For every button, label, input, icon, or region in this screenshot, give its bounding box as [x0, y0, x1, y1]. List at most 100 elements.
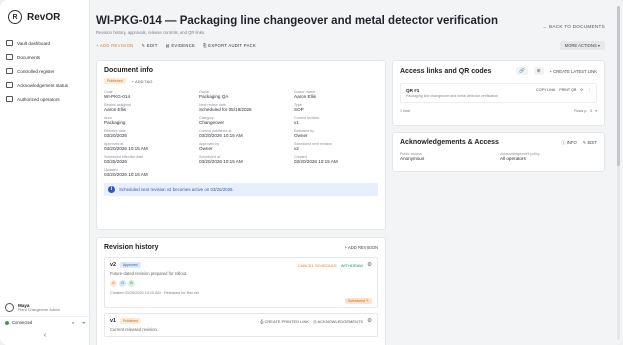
- qr-subtitle: Packaging line changeover and metal dete…: [406, 94, 499, 98]
- field: Scheduled at 03/20/2026 10:15 AM: [199, 155, 294, 164]
- field-value: v2: [294, 146, 299, 151]
- sidebar-item-acknowledgement-status[interactable]: Acknowledgement status: [0, 78, 89, 92]
- user-profile[interactable]: Maya Plant Changeover Admin: [0, 299, 90, 316]
- more-icon[interactable]: ⋮: [587, 88, 591, 92]
- connection-label: Connected: [12, 320, 33, 325]
- edit-button[interactable]: ✎ EDIT: [142, 43, 158, 48]
- print-qr-button[interactable]: PRINT QR: [559, 88, 576, 92]
- page-title: WI-PKG-014 — Packaging line changeover a…: [96, 15, 498, 27]
- revision-summary: Current released revision.: [110, 327, 158, 332]
- field-value: Owner: [294, 133, 308, 138]
- scheduled-badge[interactable]: Scheduled ✎: [345, 298, 372, 304]
- field-value: Packaging: [104, 120, 126, 125]
- sidebar-item-documents[interactable]: Documents: [0, 50, 89, 64]
- document-icon: [6, 54, 13, 60]
- rows-per-page-select[interactable]: 5: [590, 109, 592, 113]
- sidebar-nav: Vault dashboard Documents Controlled reg…: [0, 36, 89, 106]
- brand[interactable]: R RevOR: [0, 0, 89, 30]
- field: Effective date 03/20/2026: [104, 129, 199, 138]
- field-value: 03/20/2026 10:15 AM: [104, 146, 148, 151]
- ack-title: Acknowledgements & Access: [400, 139, 499, 146]
- copy-link-button[interactable]: COPY LINK: [536, 88, 555, 92]
- edit-access-button[interactable]: ✎ EDIT: [583, 140, 597, 145]
- sidebar-item-controlled-register[interactable]: Controlled register: [0, 64, 89, 78]
- qr-link-row: QR #1 Packaging line changeover and meta…: [400, 83, 597, 103]
- access-header: Access links and QR codes 🔗 ⊞ + CREATE L…: [400, 67, 597, 75]
- field-value: 03/25/2026: [104, 159, 127, 164]
- document-info-card: Document info Published + ADD TAG Code WI…: [96, 60, 386, 230]
- create-latest-link-button[interactable]: + CREATE LATEST LINK: [550, 69, 597, 74]
- field-value: Scheduled for 05/19/2026: [199, 107, 252, 112]
- field: Current published at 03/20/2026 10:15 AM: [199, 129, 294, 138]
- link-icon[interactable]: 🔗: [516, 67, 528, 75]
- people-icon: [6, 82, 13, 88]
- main-content: WI-PKG-014 — Packaging line changeover a…: [90, 0, 623, 345]
- create-printed-link-button[interactable]: ⎙ CREATE PRINTED LINK: [260, 319, 309, 324]
- sidebar: R RevOR Vault dashboard Documents Contro…: [0, 0, 90, 345]
- logout-icon[interactable]: ⇥: [81, 320, 85, 325]
- field: Approved by Owner: [199, 142, 294, 151]
- document-info-title: Document info: [104, 67, 153, 74]
- field: Next review date Scheduled for 05/19/2026: [199, 103, 294, 112]
- document-fields: Code WI-PKG-014 Owner Packaging QA Doctor …: [104, 90, 378, 177]
- gear-icon[interactable]: ⚙: [367, 262, 372, 268]
- add-revision-link[interactable]: + ADD REVISION: [345, 245, 378, 250]
- qr-icon[interactable]: ⊞: [533, 67, 544, 75]
- acknowledgements-card: Acknowledgements & Access ⓘ INFO ✎ EDIT …: [392, 132, 605, 172]
- tag-row: Published + ADD TAG: [104, 78, 378, 84]
- evidence-button[interactable]: ▤ EVIDENCE: [166, 43, 196, 48]
- collapse-sidebar-button[interactable]: ‹: [0, 328, 90, 345]
- published-badge: Published: [120, 318, 141, 324]
- export-audit-pack-button[interactable]: ⎘ EXPORT AUDIT PACK: [203, 43, 256, 48]
- revision-item: v1 Published ⎙ CREATE PRINTED LINK ◎ ACK…: [104, 313, 378, 337]
- field-value: Anonymous: [400, 156, 425, 161]
- status-dot-icon: [5, 320, 9, 325]
- register-icon: [6, 68, 13, 74]
- sidebar-item-label: Controlled register: [17, 68, 55, 74]
- field: Category Changeover: [199, 116, 294, 125]
- user-role: Plant Changeover Admin: [18, 308, 61, 312]
- revision-number: v2: [110, 262, 116, 268]
- app-window: R RevOR Vault dashboard Documents Contro…: [0, 0, 623, 345]
- gear-icon[interactable]: ⚙: [367, 318, 372, 324]
- add-revision-button[interactable]: + ADD REVISION: [96, 43, 134, 48]
- field: Owner Packaging QA: [199, 90, 294, 99]
- brand-logo-icon: R: [8, 10, 22, 24]
- sidebar-item-authorized-operators[interactable]: Authorized operators: [0, 92, 89, 106]
- user-avatar-icon: [5, 303, 14, 312]
- cancel-schedule-button[interactable]: CANCEL SCHEDULE: [298, 263, 337, 268]
- info-button[interactable]: ⓘ INFO: [561, 140, 576, 146]
- refresh-icon[interactable]: ⟳: [580, 88, 583, 92]
- add-tag-button[interactable]: + ADD TAG: [132, 79, 153, 84]
- sidebar-item-label: Documents: [17, 54, 41, 60]
- approved-badge: Approved: [120, 262, 141, 268]
- field-value: Packaging QA: [199, 94, 229, 99]
- field-value: Aaron Ellis: [294, 94, 316, 99]
- field-value: 03/20/2026 10:16 AM: [104, 172, 148, 177]
- chevron-down-icon[interactable]: ▾: [595, 109, 597, 113]
- connection-status: Connected ◐ ⇥: [0, 316, 90, 328]
- ack-header: Acknowledgements & Access ⓘ INFO ✎ EDIT: [400, 139, 597, 146]
- theme-toggle-icon[interactable]: ◐: [72, 320, 75, 325]
- field: Code WI-PKG-014: [104, 90, 199, 99]
- field: Current revision v1: [294, 116, 389, 125]
- withdraw-button[interactable]: WITHDRAW: [341, 263, 363, 268]
- field: Public access Anonymous: [400, 152, 500, 161]
- schedule-info-banner: i Scheduled next revision v2 becomes act…: [104, 183, 378, 196]
- total-count: 1 total: [400, 109, 410, 113]
- info-message: Scheduled next revision v2 becomes activ…: [119, 187, 234, 192]
- field-value: 03/20/2026 10:15 AM: [294, 159, 338, 164]
- app-name: RevOR: [27, 11, 61, 23]
- qr-actions: COPY LINK PRINT QR ⟳ ⋮: [536, 88, 591, 92]
- sidebar-item-vault-dashboard[interactable]: Vault dashboard: [0, 36, 89, 50]
- revision-header: v2 Approved CANCEL SCHEDULE WITHDRAW ⚙: [110, 262, 372, 268]
- acknowledgements-button[interactable]: ◎ ACKNOWLEDGEMENTS: [313, 319, 363, 324]
- access-footer: 1 total Rows p. 5 ▾: [400, 109, 597, 113]
- revision-number: v1: [110, 318, 116, 324]
- revision-summary: Future-dated revision prepared for rollo…: [110, 271, 188, 276]
- field: Review assigned Aaron Ellis: [104, 103, 199, 112]
- approver-avatars: A O B: [110, 280, 372, 287]
- scrollbar-thumb[interactable]: [617, 6, 620, 166]
- back-to-documents-link[interactable]: ← BACK TO DOCUMENTS: [543, 24, 605, 29]
- more-actions-button[interactable]: MORE ACTIONS ▾: [559, 41, 605, 50]
